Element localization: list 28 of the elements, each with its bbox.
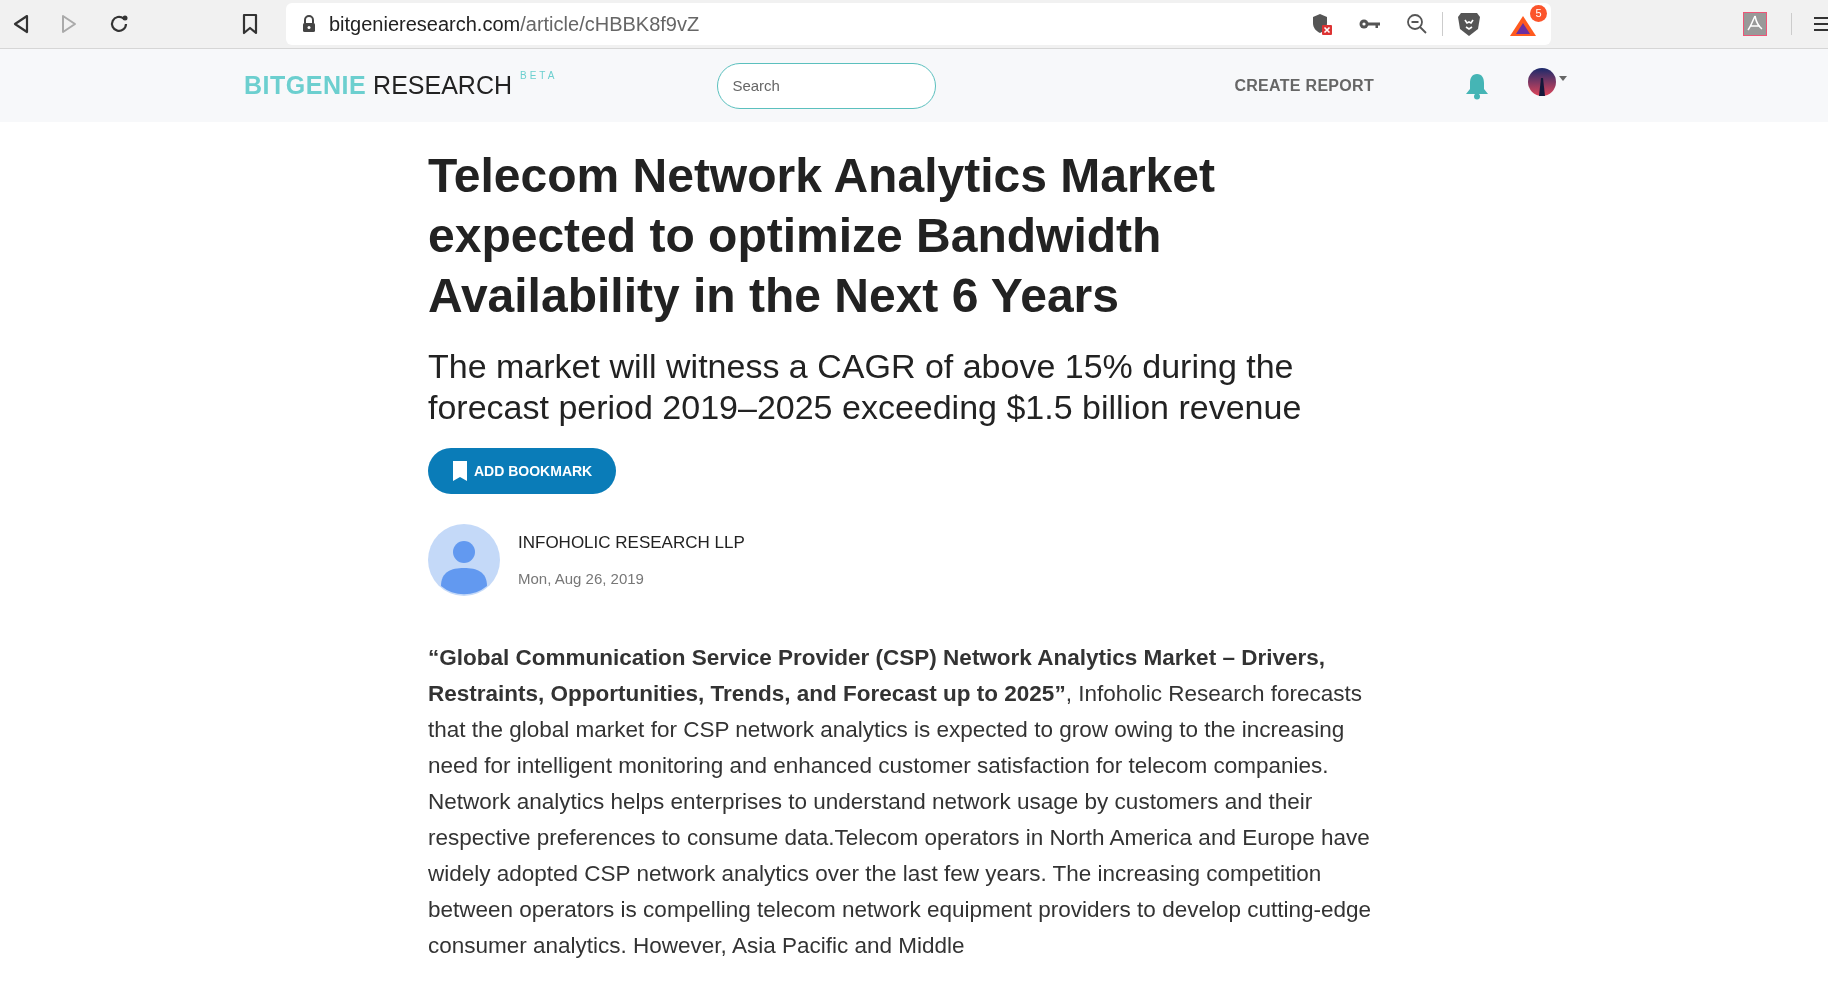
address-bar[interactable]: bitgenieresearch.com/article/cHBBK8f9vZ 5 [286,3,1551,45]
lock-icon [302,15,316,33]
shield-icon[interactable] [1311,12,1333,36]
menu-icon[interactable] [1814,16,1828,32]
key-icon[interactable] [1359,17,1381,31]
profile-menu[interactable] [1528,67,1567,96]
notification-count: 5 [1530,5,1547,22]
avatar-icon [1528,67,1556,96]
article-subtitle: The market will witness a CAGR of above 15% during the forecast period 2019–2025 exceeding $1.5 billion revenue [428,346,1303,428]
bookmark-icon [452,460,468,482]
site-logo[interactable]: BITGENIE RESEARCH [244,66,512,105]
bookmark-icon[interactable] [242,13,258,35]
create-report-link[interactable]: CREATE REPORT [1234,73,1374,98]
add-bookmark-button[interactable]: ADD BOOKMARK [428,448,617,494]
article-body: “Global Communication Service Provider (CSP) Network Analytics Market – Drivers, Restraints, Opportunities, Trends, and Forecast up to 2025”, Infoholic Research forecasts that the global market for CSP network analytics is expected to grow owing to the increasing need for intelligent monitoring and enhanced customer satisfaction for telecom companies. Network analytics helps enterprises to understand network usage by customers and their respective preferences to consume data.Telecom operators in North America and Europe have widely adopted CSP network analytics over the last few years. The increasing competition between operators is compelling telecom network equipment providers to develop cutting-edge consumer analytics. However, Asia Pacific and Middle [428,644,1373,960]
author-name: INFOHOLIC RESEARCH LLP [518,532,745,554]
url-text: bitgenieresearch.com/article/cHBBK8f9vZ [329,12,700,37]
reload-icon[interactable] [108,13,130,35]
article-title: Telecom Network Analytics Market expected to optimize Bandwidth Availability in the Next 6 Years [428,148,1216,324]
lion-shield-icon[interactable] [1457,10,1481,38]
back-icon[interactable] [12,14,30,34]
beta-label: BETA [520,69,558,83]
search-field[interactable]: Search [717,62,937,109]
author-avatar-icon [428,524,500,596]
triangle-icon[interactable] [1509,15,1537,37]
publish-date: Mon, Aug 26, 2019 [518,568,645,589]
zoom-out-icon[interactable] [1406,13,1428,35]
caret-icon [1559,76,1567,81]
